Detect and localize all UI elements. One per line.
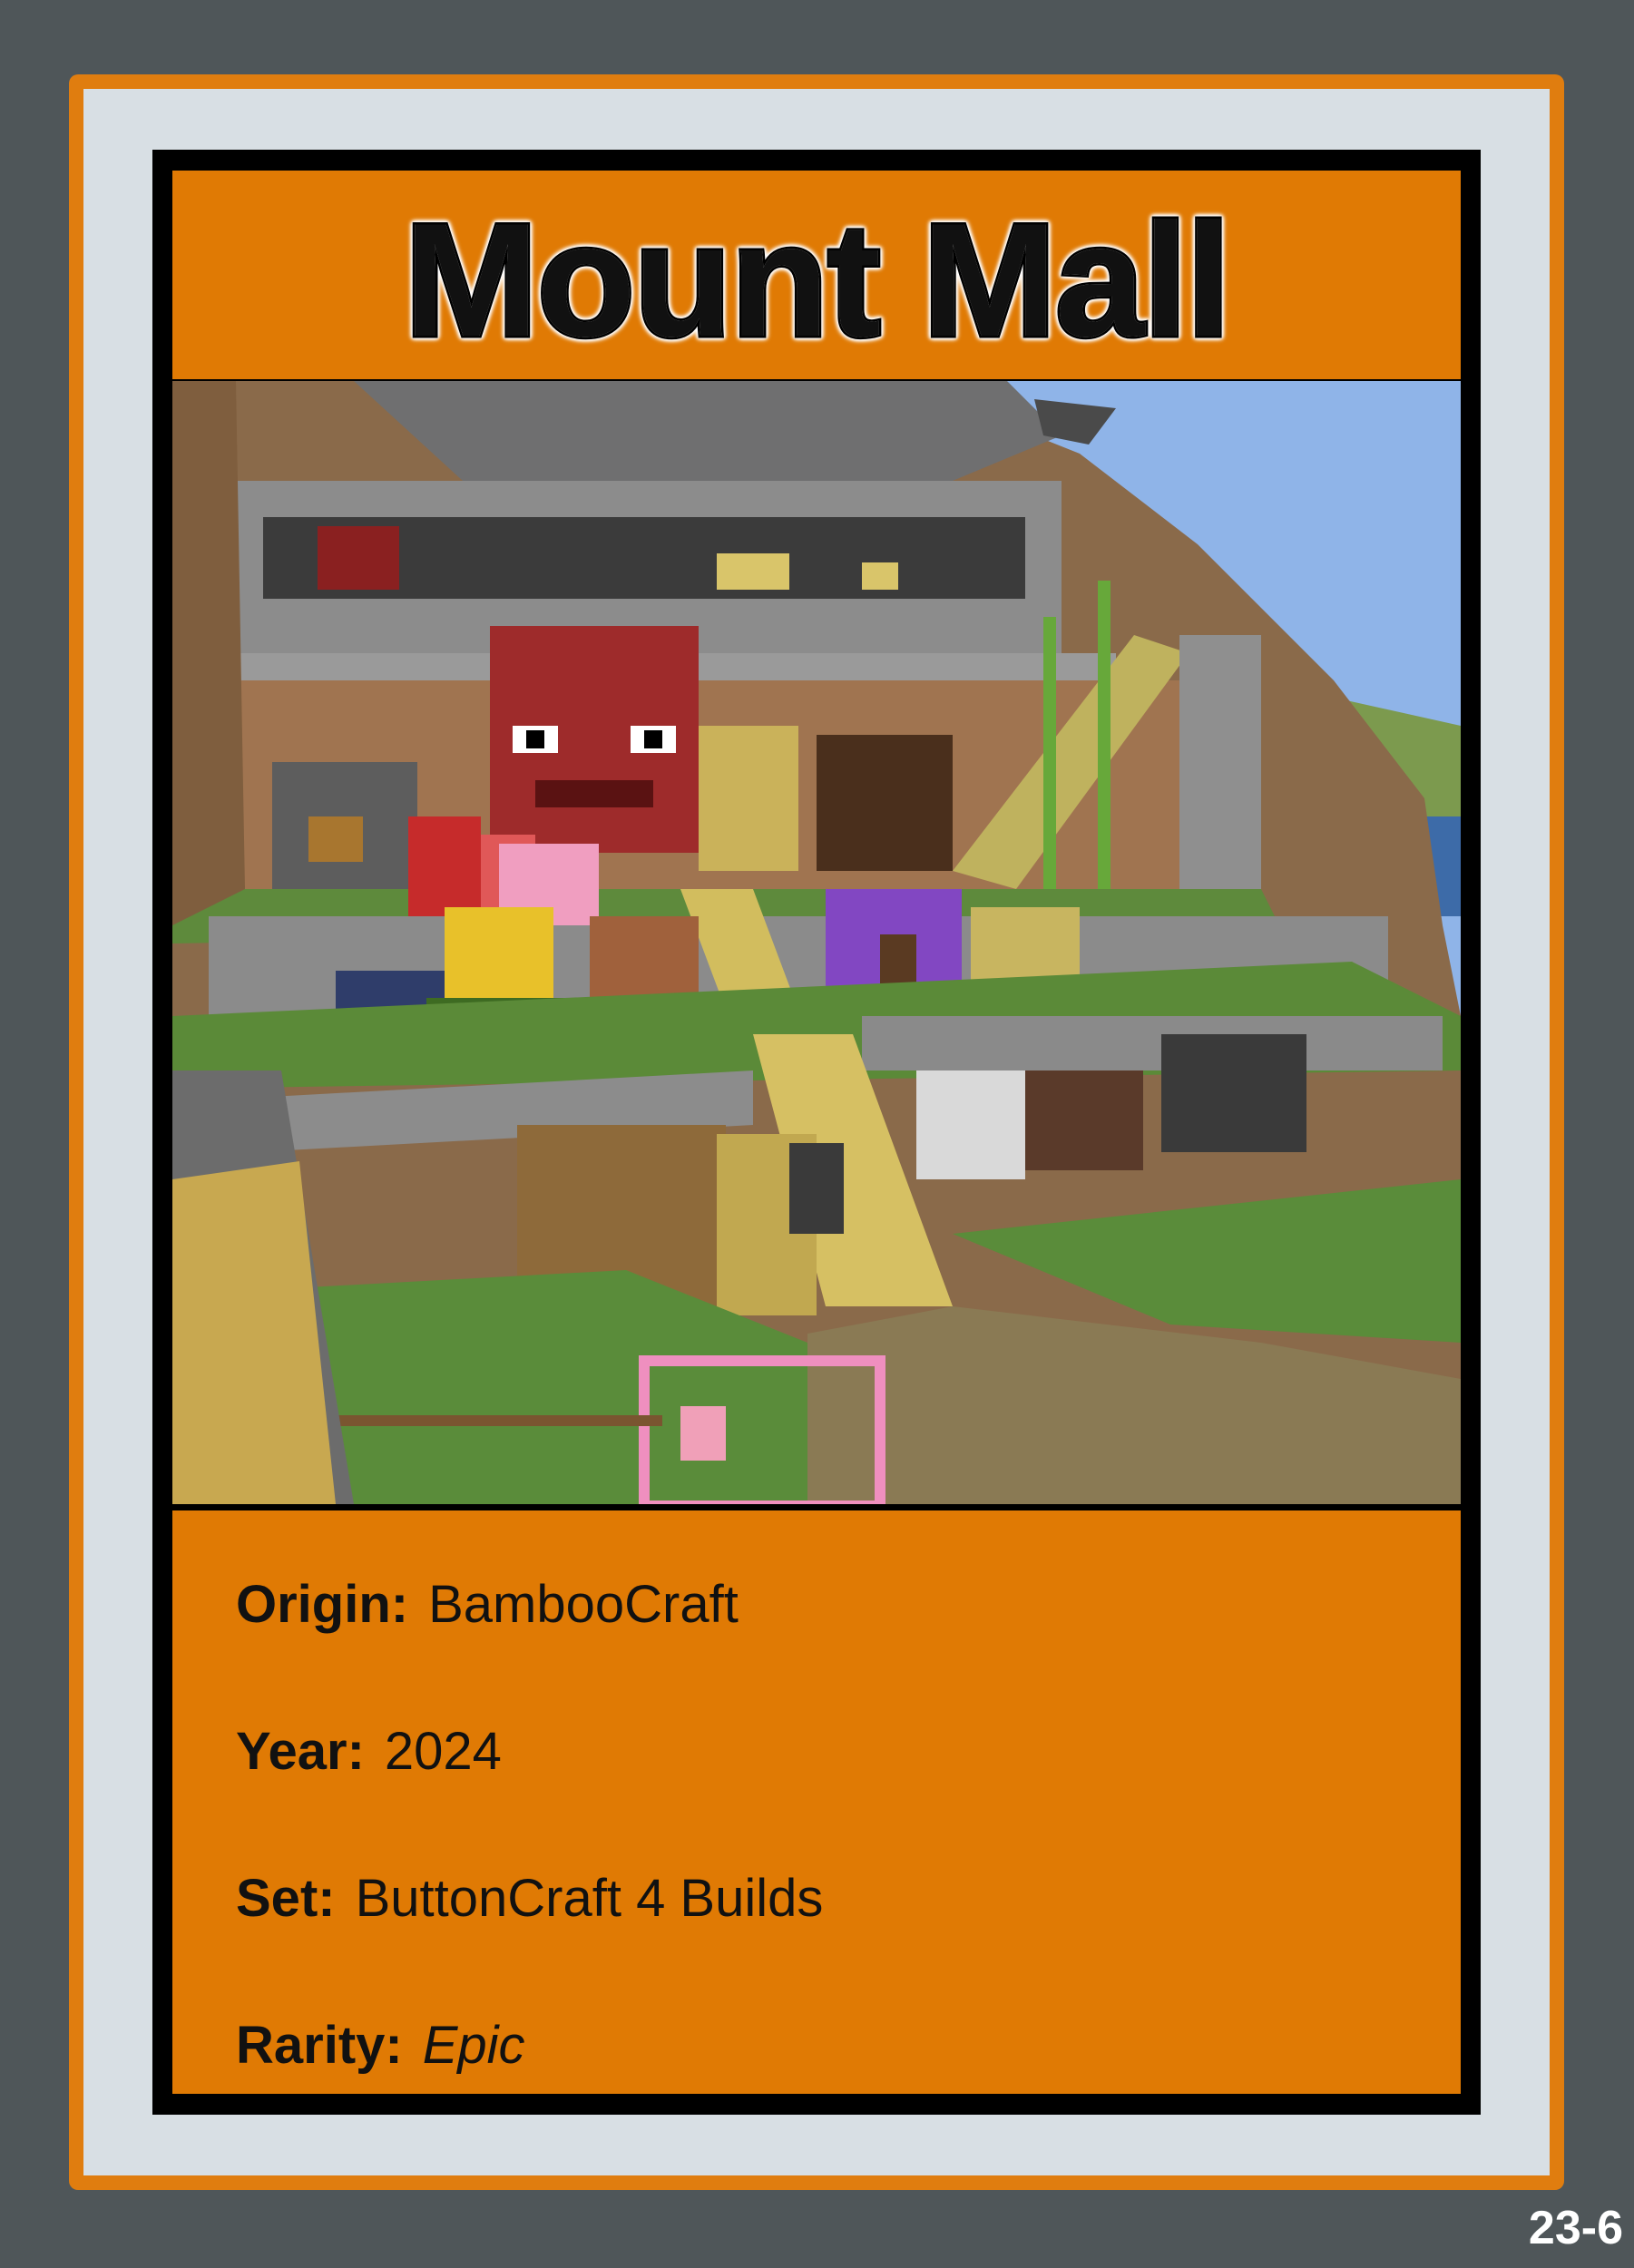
field-rarity: Rarity: Epic: [236, 2015, 525, 2076]
field-origin: Origin: BambooCraft: [236, 1574, 739, 1635]
field-year-value: 2024: [384, 1722, 502, 1781]
minecraft-build-illustration: [172, 381, 1461, 1504]
field-year-label: Year:: [236, 1722, 365, 1781]
field-set: Set: ButtonCraft 4 Builds: [236, 1868, 823, 1929]
card-title: Mount Mall: [402, 187, 1233, 372]
info-panel: Origin: BambooCraft Year: 2024 Set: ButtonC…: [172, 1510, 1461, 2094]
title-band: Mount Mall: [172, 171, 1461, 379]
card-image: [172, 381, 1461, 1504]
field-set-label: Set:: [236, 1869, 336, 1928]
card-number: 23-6: [1528, 2202, 1623, 2254]
field-rarity-label: Rarity:: [236, 2016, 403, 2075]
field-origin-label: Origin:: [236, 1575, 409, 1634]
field-origin-value: BambooCraft: [428, 1575, 739, 1634]
field-rarity-value: Epic: [422, 2016, 525, 2075]
field-set-value: ButtonCraft 4 Builds: [355, 1869, 824, 1928]
field-year: Year: 2024: [236, 1721, 502, 1782]
